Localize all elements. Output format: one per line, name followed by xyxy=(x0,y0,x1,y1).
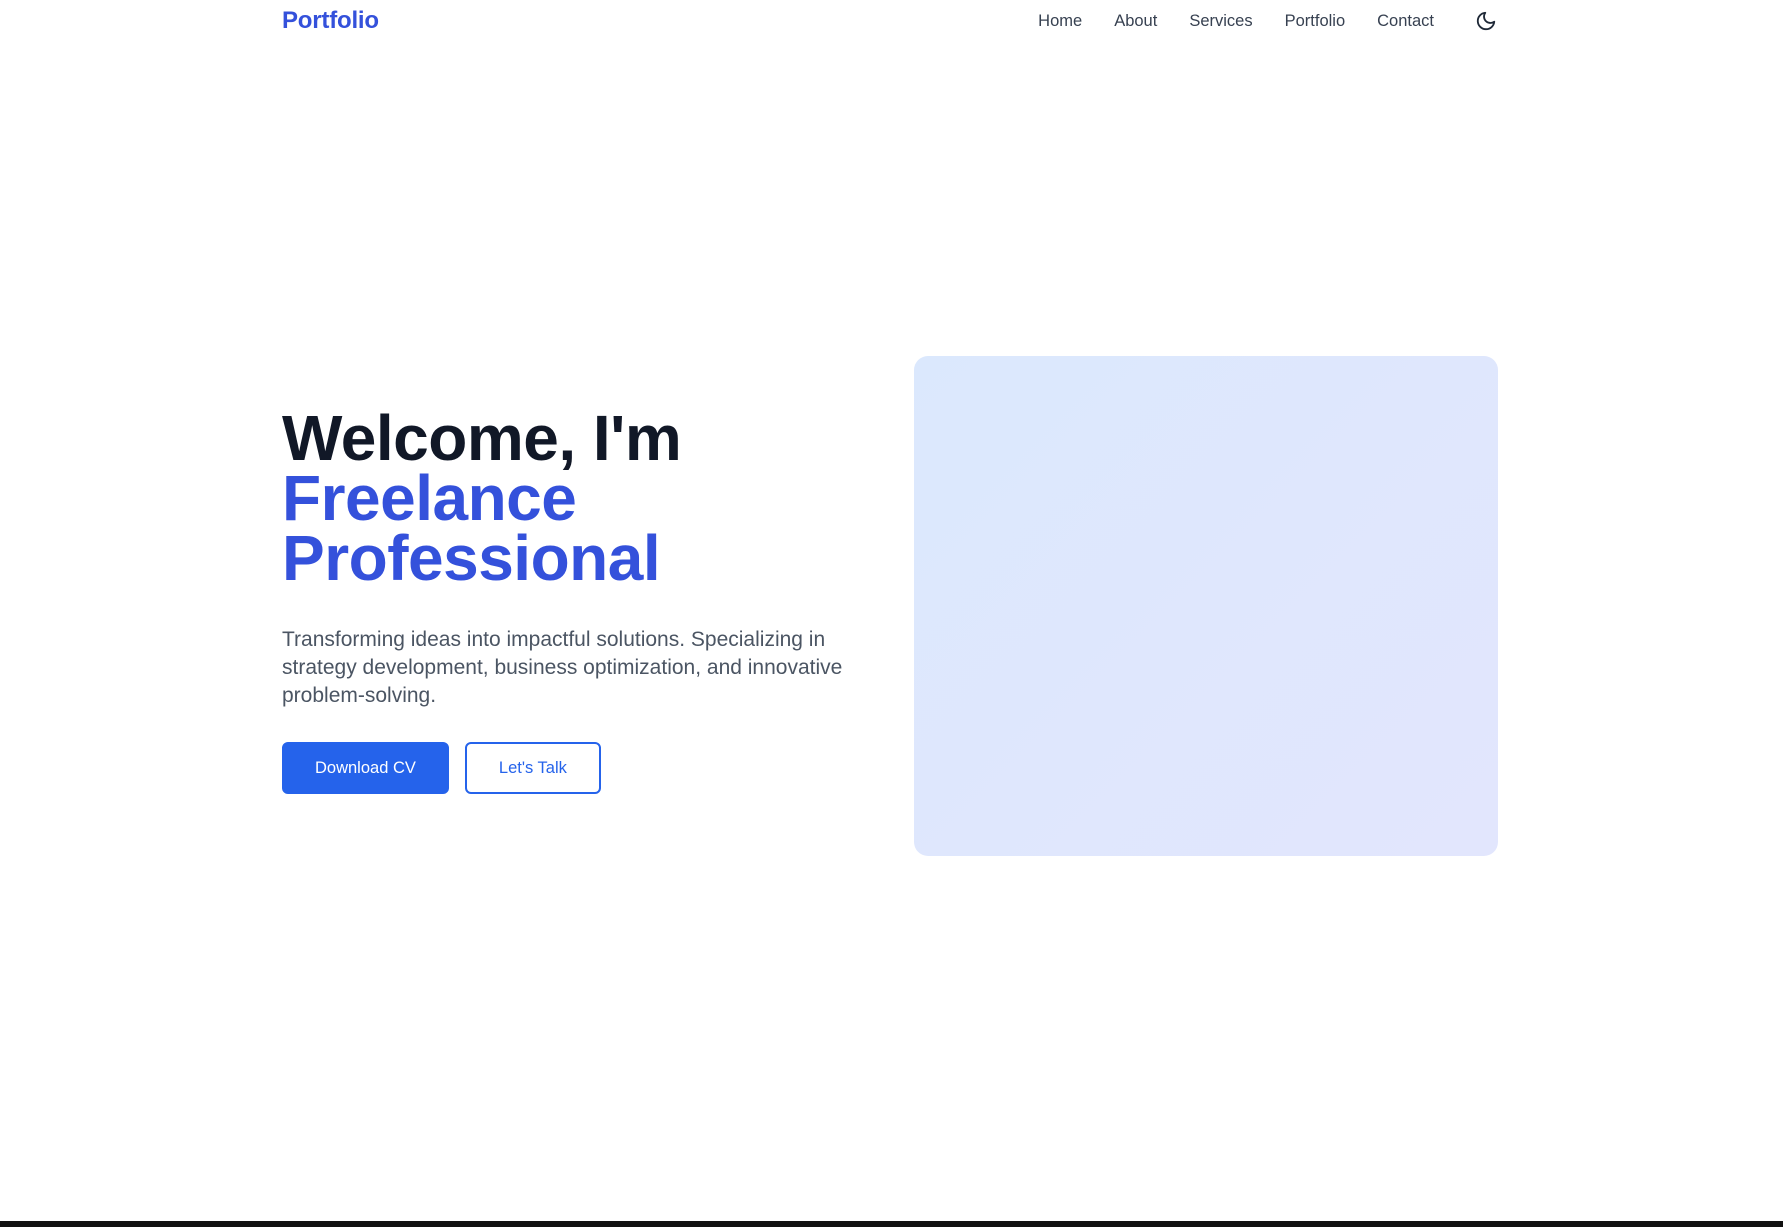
moon-icon xyxy=(1476,11,1496,31)
hero-section: Welcome, I'm Freelance Professional Tran… xyxy=(282,402,882,794)
hero-title-role-line2: Professional xyxy=(282,522,661,594)
nav-about[interactable]: About xyxy=(1114,12,1157,31)
hero-description: Transforming ideas into impactful soluti… xyxy=(282,628,843,707)
page: Portfolio Home About Services Portfolio … xyxy=(0,0,1783,1227)
hero-title-role-line1: Freelance xyxy=(282,462,577,534)
hero-title-greeting: Welcome, I'm xyxy=(282,402,682,474)
nav-services[interactable]: Services xyxy=(1189,12,1252,31)
nav-contact[interactable]: Contact xyxy=(1377,12,1434,31)
nav-home[interactable]: Home xyxy=(1038,12,1082,31)
site-header: Portfolio Home About Services Portfolio … xyxy=(282,0,1498,42)
hero-image-placeholder xyxy=(914,356,1498,856)
hero-buttons: Download CV Let's Talk xyxy=(282,742,882,794)
hero-title: Welcome, I'm Freelance Professional xyxy=(282,402,882,594)
bottom-bar xyxy=(0,1221,1783,1227)
logo[interactable]: Portfolio xyxy=(282,7,379,35)
main-nav: Home About Services Portfolio Contact xyxy=(1038,9,1498,33)
download-cv-button[interactable]: Download CV xyxy=(282,742,449,794)
nav-portfolio[interactable]: Portfolio xyxy=(1285,12,1346,31)
theme-toggle-button[interactable] xyxy=(1474,9,1498,33)
lets-talk-button[interactable]: Let's Talk xyxy=(464,742,601,794)
